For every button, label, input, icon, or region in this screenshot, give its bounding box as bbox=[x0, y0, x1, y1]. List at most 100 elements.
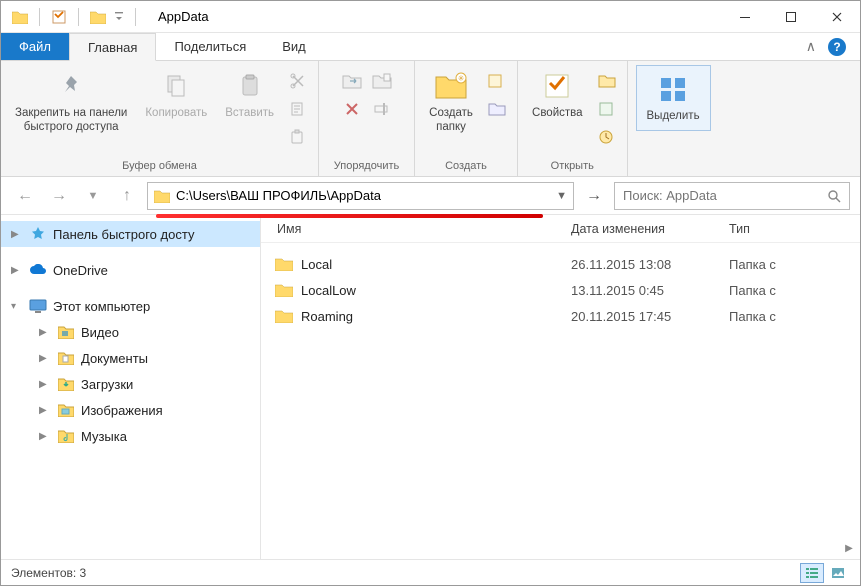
star-icon bbox=[29, 225, 47, 243]
nav-quick-access[interactable]: ▶ Панель быстрого досту bbox=[1, 221, 260, 247]
music-folder-icon bbox=[57, 427, 75, 445]
file-type: Папка с bbox=[729, 309, 860, 324]
tab-file[interactable]: Файл bbox=[1, 33, 69, 60]
recent-dropdown-icon[interactable]: ▼ bbox=[79, 182, 107, 210]
clipboard-smallbtns bbox=[286, 65, 310, 149]
folder-addr-icon bbox=[154, 189, 170, 203]
organize-group-label: Упорядочить bbox=[327, 158, 406, 174]
back-button[interactable]: ← bbox=[11, 182, 39, 210]
separator bbox=[78, 8, 79, 26]
chevron-right-icon[interactable]: ▶ bbox=[39, 405, 51, 416]
file-row[interactable]: LocalLow 13.11.2015 0:45 Папка с bbox=[275, 277, 860, 303]
folder-qat-icon[interactable] bbox=[89, 8, 107, 26]
content-pane: Имя Дата изменения Тип Local 26.11.2015 … bbox=[261, 215, 860, 559]
col-name[interactable]: Имя bbox=[277, 222, 571, 236]
cut-icon[interactable] bbox=[286, 69, 310, 93]
edit-icon[interactable] bbox=[595, 97, 619, 121]
new-item-icon[interactable] bbox=[485, 69, 509, 93]
search-icon[interactable] bbox=[827, 189, 841, 203]
tab-home[interactable]: Главная bbox=[69, 33, 156, 61]
nav-label: Панель быстрого досту bbox=[53, 227, 194, 242]
delete-icon[interactable] bbox=[340, 97, 364, 121]
properties-button[interactable]: Свойства bbox=[526, 65, 589, 125]
address-row: ← → ▼ ↑ ▼ → bbox=[1, 177, 860, 215]
nav-label: Музыка bbox=[81, 429, 127, 444]
paste-shortcut-icon[interactable] bbox=[286, 125, 310, 149]
copy-label: Копировать bbox=[145, 107, 207, 121]
select-button[interactable]: Выделить bbox=[636, 65, 711, 131]
chevron-right-icon[interactable]: ▶ bbox=[11, 229, 23, 240]
new-folder-button[interactable]: ✳ Создать папку bbox=[423, 65, 479, 139]
ribbon-group-organize: Упорядочить bbox=[319, 61, 415, 176]
up-button[interactable]: ↑ bbox=[113, 182, 141, 210]
file-row[interactable]: Roaming 20.11.2015 17:45 Папка с bbox=[275, 303, 860, 329]
titlebar: AppData bbox=[1, 1, 860, 33]
col-type[interactable]: Тип bbox=[729, 222, 860, 236]
documents-folder-icon bbox=[57, 349, 75, 367]
search-input[interactable] bbox=[623, 188, 821, 203]
ribbon: Закрепить на панели быстрого доступа Коп… bbox=[1, 61, 860, 177]
rename-icon[interactable] bbox=[370, 97, 394, 121]
navigation-pane: ▶ Панель быстрого досту ▶ OneDrive ▾ Это… bbox=[1, 215, 261, 559]
nav-videos[interactable]: ▶ Видео bbox=[1, 319, 260, 345]
help-icon[interactable]: ? bbox=[828, 38, 846, 56]
address-bar[interactable]: ▼ bbox=[147, 182, 574, 210]
qat-dropdown-icon[interactable] bbox=[113, 8, 125, 26]
pin-quickaccess-button[interactable]: Закрепить на панели быстрого доступа bbox=[9, 65, 133, 139]
copy-to-icon[interactable] bbox=[370, 69, 394, 93]
maximize-button[interactable] bbox=[768, 1, 814, 33]
file-row[interactable]: Local 26.11.2015 13:08 Папка с bbox=[275, 251, 860, 277]
chevron-right-icon[interactable]: ▶ bbox=[39, 379, 51, 390]
new-group-label: Создать bbox=[423, 158, 509, 174]
address-dropdown-icon[interactable]: ▼ bbox=[556, 190, 567, 202]
copy-path-icon[interactable] bbox=[286, 97, 310, 121]
address-input[interactable] bbox=[176, 188, 550, 203]
tab-share[interactable]: Поделиться bbox=[156, 33, 264, 60]
open-icon[interactable] bbox=[595, 69, 619, 93]
scroll-right-icon[interactable]: ▶ bbox=[840, 539, 858, 557]
annotation-underline bbox=[156, 214, 543, 218]
nav-pictures[interactable]: ▶ Изображения bbox=[1, 397, 260, 423]
col-date[interactable]: Дата изменения bbox=[571, 222, 729, 236]
history-icon[interactable] bbox=[595, 125, 619, 149]
nav-documents[interactable]: ▶ Документы bbox=[1, 345, 260, 371]
body: ▶ Панель быстрого досту ▶ OneDrive ▾ Это… bbox=[1, 215, 860, 559]
properties-qat-icon[interactable] bbox=[50, 8, 68, 26]
nav-music[interactable]: ▶ Музыка bbox=[1, 423, 260, 449]
tab-view[interactable]: Вид bbox=[264, 33, 324, 60]
paste-button[interactable]: Вставить bbox=[219, 65, 280, 125]
view-buttons bbox=[800, 563, 850, 583]
chevron-down-icon[interactable]: ▾ bbox=[11, 301, 23, 312]
new-folder-label: Создать папку bbox=[429, 107, 473, 135]
properties-icon bbox=[540, 69, 574, 103]
svg-text:✳: ✳ bbox=[458, 74, 465, 83]
forward-button[interactable]: → bbox=[45, 182, 73, 210]
nav-label: Изображения bbox=[81, 403, 163, 418]
move-to-icon[interactable] bbox=[340, 69, 364, 93]
folder-icon bbox=[275, 283, 293, 297]
collapse-ribbon-icon[interactable]: ∧ bbox=[806, 38, 816, 55]
monitor-icon bbox=[29, 297, 47, 315]
chevron-right-icon[interactable]: ▶ bbox=[39, 353, 51, 364]
ribbon-group-select: Выделить bbox=[628, 61, 719, 176]
nav-label: Видео bbox=[81, 325, 119, 340]
ribbon-group-clipboard: Закрепить на панели быстрого доступа Коп… bbox=[1, 61, 319, 176]
chevron-right-icon[interactable]: ▶ bbox=[11, 265, 23, 276]
minimize-button[interactable] bbox=[722, 1, 768, 33]
file-list[interactable]: Local 26.11.2015 13:08 Папка с LocalLow … bbox=[261, 243, 860, 559]
chevron-right-icon[interactable]: ▶ bbox=[39, 431, 51, 442]
easy-access-icon[interactable] bbox=[485, 97, 509, 121]
nav-downloads[interactable]: ▶ Загрузки bbox=[1, 371, 260, 397]
go-button[interactable]: → bbox=[580, 182, 608, 210]
file-type: Папка с bbox=[729, 257, 860, 272]
thumbnails-view-button[interactable] bbox=[826, 563, 850, 583]
nav-onedrive[interactable]: ▶ OneDrive bbox=[1, 257, 260, 283]
search-box[interactable] bbox=[614, 182, 850, 210]
nav-this-pc[interactable]: ▾ Этот компьютер bbox=[1, 293, 260, 319]
chevron-right-icon[interactable]: ▶ bbox=[39, 327, 51, 338]
details-view-button[interactable] bbox=[800, 563, 824, 583]
close-button[interactable] bbox=[814, 1, 860, 33]
status-bar: Элементов: 3 bbox=[1, 559, 860, 585]
copy-button[interactable]: Копировать bbox=[139, 65, 213, 125]
file-name: LocalLow bbox=[301, 283, 356, 298]
